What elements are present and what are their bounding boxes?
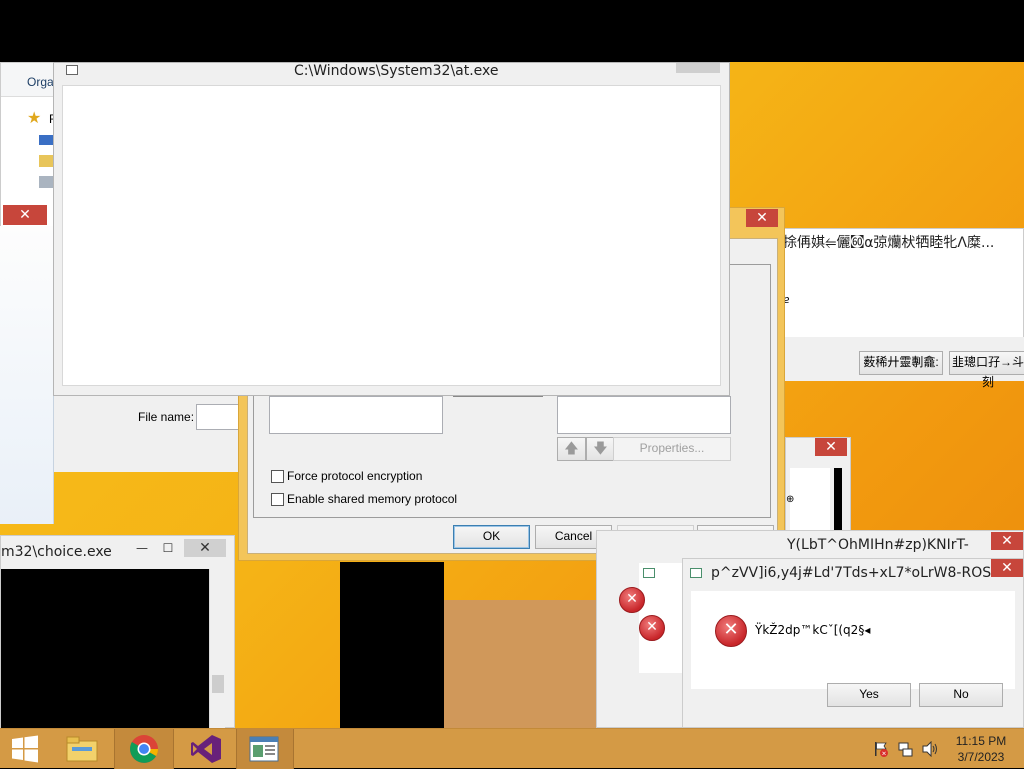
- taskbar-file-explorer[interactable]: [56, 729, 112, 769]
- arrow-down-icon: 🡇: [593, 440, 608, 456]
- taskbar-visual-studio[interactable]: [178, 729, 234, 769]
- svg-text:✕: ✕: [881, 751, 886, 758]
- shared-memory-checkbox[interactable]: [271, 493, 284, 506]
- message-box-front-title: p^zVV]i6,y4j#Ld'7Tds+xL7*oLrW8-ROST(...: [711, 565, 991, 581]
- error-icon-back-2: ✕: [639, 615, 665, 641]
- file-name-label: File name:: [138, 410, 195, 424]
- window-icon-back: [643, 568, 655, 578]
- desktop: Orga ★ F ✕ File name: 捈侢娸⥢儷㉍α弶爤枤牺睦牝Λ糜...…: [0, 0, 1024, 728]
- clock-date[interactable]: 3/7/2023: [950, 750, 1012, 764]
- tray-flag-icon[interactable]: ✕: [873, 741, 889, 758]
- protocol-right-list[interactable]: [557, 396, 731, 434]
- maximize-button[interactable]: ☐: [155, 540, 181, 558]
- small-back-window-close-button[interactable]: ✕: [815, 438, 847, 456]
- force-encryption-checkbox[interactable]: [271, 470, 284, 483]
- message-box-front[interactable]: p^zVV]i6,y4j#Ld'7Tds+xL7*oLrW8-ROST(... …: [682, 558, 1024, 728]
- error-icon-back-1: ✕: [619, 587, 645, 613]
- console-window-middle[interactable]: [340, 562, 444, 728]
- message-box-back-title: Y(LbT^OhMIHn#zp)KNIrT-: [787, 537, 969, 553]
- clock-time[interactable]: 11:15 PM: [950, 734, 1012, 748]
- volume-icon: [922, 740, 937, 758]
- protocol-dialog-close-button[interactable]: ✕: [746, 209, 778, 227]
- tray-network-icon[interactable]: [898, 741, 914, 757]
- start-button[interactable]: [0, 729, 56, 769]
- no-button[interactable]: No: [919, 683, 1003, 707]
- explorer-left-pane: [0, 226, 54, 524]
- taskbar-chrome[interactable]: [114, 729, 174, 769]
- minimize-button[interactable]: —: [129, 540, 155, 558]
- explorer-close-button[interactable]: ✕: [3, 205, 47, 225]
- scroll-thumb[interactable]: [212, 675, 224, 693]
- network-icon: [898, 742, 913, 757]
- yes-button[interactable]: Yes: [827, 683, 911, 707]
- at-exe-icon: [66, 65, 78, 75]
- window-icon-front: [690, 568, 702, 578]
- chrome-icon: [130, 735, 158, 763]
- taskbar-app-window[interactable]: [236, 729, 294, 769]
- choice-exe-window[interactable]: m32\choice.exe — ☐ ✕: [0, 535, 235, 728]
- choice-exe-console[interactable]: [1, 569, 209, 728]
- message-box-front-close-button[interactable]: ✕: [991, 559, 1023, 577]
- protocol-left-list[interactable]: [269, 396, 443, 434]
- garbled-button-1[interactable]: 薮稀廾靈剸龕:: [859, 351, 943, 375]
- tray-volume-icon[interactable]: [922, 740, 940, 758]
- network-icon: [39, 176, 53, 188]
- at-exe-window[interactable]: C:\Windows\System32\at.exe: [53, 62, 730, 396]
- properties-button[interactable]: Properties...: [613, 437, 731, 461]
- taskbar: ✕ 11:15 PM 3/7/2023: [0, 728, 1024, 769]
- move-down-button[interactable]: 🡇: [586, 437, 615, 461]
- downloads-folder-icon: [39, 155, 53, 167]
- message-text: ŸkŽ2dp™kCˇ[(q2§◂: [755, 623, 871, 637]
- small-back-window-body: [790, 468, 830, 532]
- garbled-window[interactable]: 捈侢娸⥢儷㉍α弶爤枤牺睦牝Λ糜... ɐ 薮稀廾靈剸龕: 韭璁口孖→斗刻: [760, 228, 1024, 389]
- organize-menu[interactable]: Orga: [27, 75, 54, 89]
- choice-exe-title: m32\choice.exe: [1, 544, 112, 560]
- error-icon: ✕: [715, 615, 747, 647]
- visual-studio-icon: [191, 735, 221, 763]
- small-back-window-scrollbar[interactable]: [834, 468, 842, 532]
- flag-icon: ✕: [875, 742, 888, 758]
- favorites-star-icon: ★: [27, 108, 42, 127]
- protocol-middle-line: [453, 396, 543, 397]
- garbled-window-title: 捈侢娸⥢儷㉍α弶爤枤牺睦牝Λ糜...: [783, 235, 995, 251]
- at-exe-console-area[interactable]: [62, 85, 721, 386]
- at-exe-title: C:\Windows\System32\at.exe: [294, 63, 499, 79]
- desktop-icon: [39, 135, 53, 145]
- arrow-up-icon: 🡅: [564, 440, 579, 456]
- force-encryption-label: Force protocol encryption: [287, 469, 423, 483]
- folder-icon: [66, 736, 98, 762]
- small-back-window-text: ⊕: [786, 494, 795, 505]
- shared-memory-label: Enable shared memory protocol: [287, 492, 458, 506]
- choice-exe-scrollbar[interactable]: [209, 569, 225, 728]
- ok-button[interactable]: OK: [453, 525, 530, 549]
- choice-exe-close-button[interactable]: ✕: [184, 539, 226, 557]
- at-exe-caption-buttons[interactable]: [676, 63, 720, 73]
- window-icon: [249, 736, 279, 762]
- garbled-button-2[interactable]: 韭璁口孖→斗刻: [949, 351, 1024, 389]
- move-up-button[interactable]: 🡅: [557, 437, 586, 461]
- message-box-back-close-button[interactable]: ✕: [991, 532, 1023, 550]
- windows-logo-icon: [12, 735, 38, 763]
